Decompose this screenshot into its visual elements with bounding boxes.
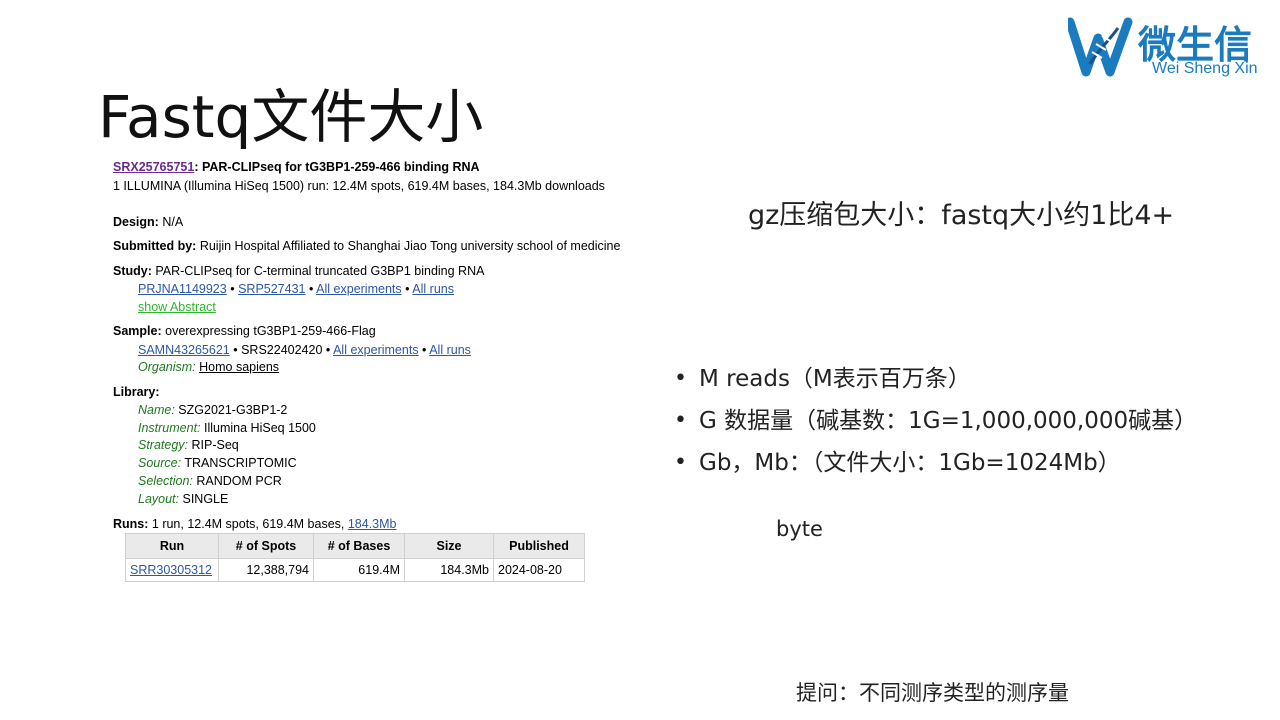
srp-link[interactable]: SRP527431 xyxy=(238,282,305,296)
bullet-text: M reads（M表示百万条） xyxy=(699,366,971,392)
record-title: : PAR-CLIPseq for tG3BP1-259-466 binding… xyxy=(194,160,480,174)
biosample-link[interactable]: SAMN43265621 xyxy=(138,343,230,357)
design-value: N/A xyxy=(158,215,184,229)
library-field-label: Source: xyxy=(138,456,182,470)
submitted-label: Submitted by: xyxy=(113,239,197,253)
bullet-item: • Gb，Mb：（文件大小：1Gb=1024Mb） xyxy=(672,446,1197,488)
library-field: Instrument: Illumina HiSeq 1500 xyxy=(138,421,316,435)
study-links: PRJNA1149923 • SRP527431 • All experimen… xyxy=(138,282,454,296)
submitted-row: Submitted by: Ruijin Hospital Affiliated… xyxy=(113,239,620,253)
study-value: PAR-CLIPseq for C-terminal truncated G3B… xyxy=(151,264,485,278)
organism-link[interactable]: Homo sapiens xyxy=(199,360,279,374)
column-header: # of Bases xyxy=(313,533,405,559)
logo: 微生信 Wei Sheng Xin xyxy=(1068,12,1278,82)
sample-row: Sample: overexpressing tG3BP1-259-466-Fl… xyxy=(113,324,376,338)
run-summary: 1 ILLUMINA (Illumina HiSeq 1500) run: 12… xyxy=(113,179,605,193)
bullet-dot-icon: • xyxy=(674,450,687,475)
library-field-value: SINGLE xyxy=(179,492,229,506)
record-title-line: SRX25765751: PAR-CLIPseq for tG3BP1-259-… xyxy=(113,160,480,174)
submitted-value: Ruijin Hospital Affiliated to Shanghai J… xyxy=(196,239,621,253)
bullet-item: • M reads（M表示百万条） xyxy=(672,362,1197,404)
library-field-value: TRANSCRIPTOMIC xyxy=(181,456,297,470)
library-field-label: Name: xyxy=(138,403,175,417)
library-field-label: Instrument: xyxy=(138,421,201,435)
runs-size-link[interactable]: 184.3Mb xyxy=(348,517,397,531)
question-note: 提问：不同测序类型的测序量 xyxy=(796,681,1069,705)
library-label: Library: xyxy=(113,385,160,399)
library-field-value: RIP-Seq xyxy=(188,438,239,452)
library-field: Layout: SINGLE xyxy=(138,492,228,506)
sample-label: Sample: xyxy=(113,324,162,338)
library-field: Strategy: RIP-Seq xyxy=(138,438,239,452)
library-field: Selection: RANDOM PCR xyxy=(138,474,282,488)
bullet-text: G 数据量（碱基数：1G=1,000,000,000碱基） xyxy=(699,408,1198,434)
show-abstract-row: show Abstract xyxy=(138,300,216,314)
published-cell: 2024-08-20 xyxy=(493,558,585,582)
organism-row: Organism: Homo sapiens xyxy=(138,360,279,374)
column-header: Published xyxy=(493,533,585,559)
study-label: Study: xyxy=(113,264,152,278)
run-accession-link[interactable]: SRR30305312 xyxy=(130,563,212,577)
table-row: SRR30305312 12,388,794 619.4M 184.3Mb 20… xyxy=(125,558,585,582)
bullet-text: Gb，Mb：（文件大小：1Gb=1024Mb） xyxy=(699,450,1121,476)
spots-cell: 12,388,794 xyxy=(218,558,314,582)
runs-table: Run # of Spots # of Bases Size Published… xyxy=(125,533,585,582)
library-field-label: Selection: xyxy=(138,474,193,488)
sample-links: SAMN43265621 • SRS22402420 • All experim… xyxy=(138,343,471,357)
library-field-value: RANDOM PCR xyxy=(192,474,282,488)
bullet-dot-icon: • xyxy=(674,408,687,433)
library-field-label: Strategy: xyxy=(138,438,189,452)
runs-row: Runs: 1 run, 12.4M spots, 619.4M bases, … xyxy=(113,517,397,531)
library-row: Library: xyxy=(113,385,160,399)
column-header: Size xyxy=(404,533,494,559)
experiment-accession-link[interactable]: SRX25765751 xyxy=(113,160,194,174)
library-field: Name: SZG2021-G3BP1-2 xyxy=(138,403,287,417)
library-field-value: SZG2021-G3BP1-2 xyxy=(174,403,288,417)
bioproject-link[interactable]: PRJNA1149923 xyxy=(138,282,227,296)
runs-label: Runs: xyxy=(113,517,149,531)
sample-all-runs-link[interactable]: All runs xyxy=(429,343,471,357)
bullet-dot-icon: • xyxy=(674,366,687,391)
show-abstract-link[interactable]: show Abstract xyxy=(138,300,216,314)
table-header-row: Run # of Spots # of Bases Size Published xyxy=(125,533,585,559)
logo-w-mark-icon xyxy=(1068,17,1133,77)
design-label: Design: xyxy=(113,215,159,229)
library-field-label: Layout: xyxy=(138,492,180,506)
study-all-experiments-link[interactable]: All experiments xyxy=(316,282,401,296)
byte-note: byte xyxy=(776,517,823,541)
slide-title: Fastq文件大小 xyxy=(98,83,484,151)
gz-compression-note: gz压缩包大小：fastq大小约1比4+ xyxy=(748,200,1175,231)
bullet-item: • G 数据量（碱基数：1G=1,000,000,000碱基） xyxy=(672,404,1197,446)
runs-summary: 1 run, 12.4M spots, 619.4M bases, xyxy=(148,517,348,531)
sample-value: overexpressing tG3BP1-259-466-Flag xyxy=(161,324,376,338)
organism-label: Organism: xyxy=(138,360,196,374)
study-all-runs-link[interactable]: All runs xyxy=(412,282,454,296)
column-header: # of Spots xyxy=(218,533,314,559)
srs-accession: SRS22402420 xyxy=(241,343,323,357)
sample-all-experiments-link[interactable]: All experiments xyxy=(333,343,418,357)
study-row: Study: PAR-CLIPseq for C-terminal trunca… xyxy=(113,264,484,278)
units-bullet-list: • M reads（M表示百万条） • G 数据量（碱基数：1G=1,000,000… xyxy=(672,362,1197,488)
size-cell: 184.3Mb xyxy=(404,558,494,582)
bases-cell: 619.4M xyxy=(313,558,405,582)
logo-english-text: Wei Sheng Xin xyxy=(1152,60,1258,77)
column-header: Run xyxy=(125,533,219,559)
library-field: Source: TRANSCRIPTOMIC xyxy=(138,456,297,470)
design-row: Design: N/A xyxy=(113,215,183,229)
library-field-value: Illumina HiSeq 1500 xyxy=(200,421,316,435)
